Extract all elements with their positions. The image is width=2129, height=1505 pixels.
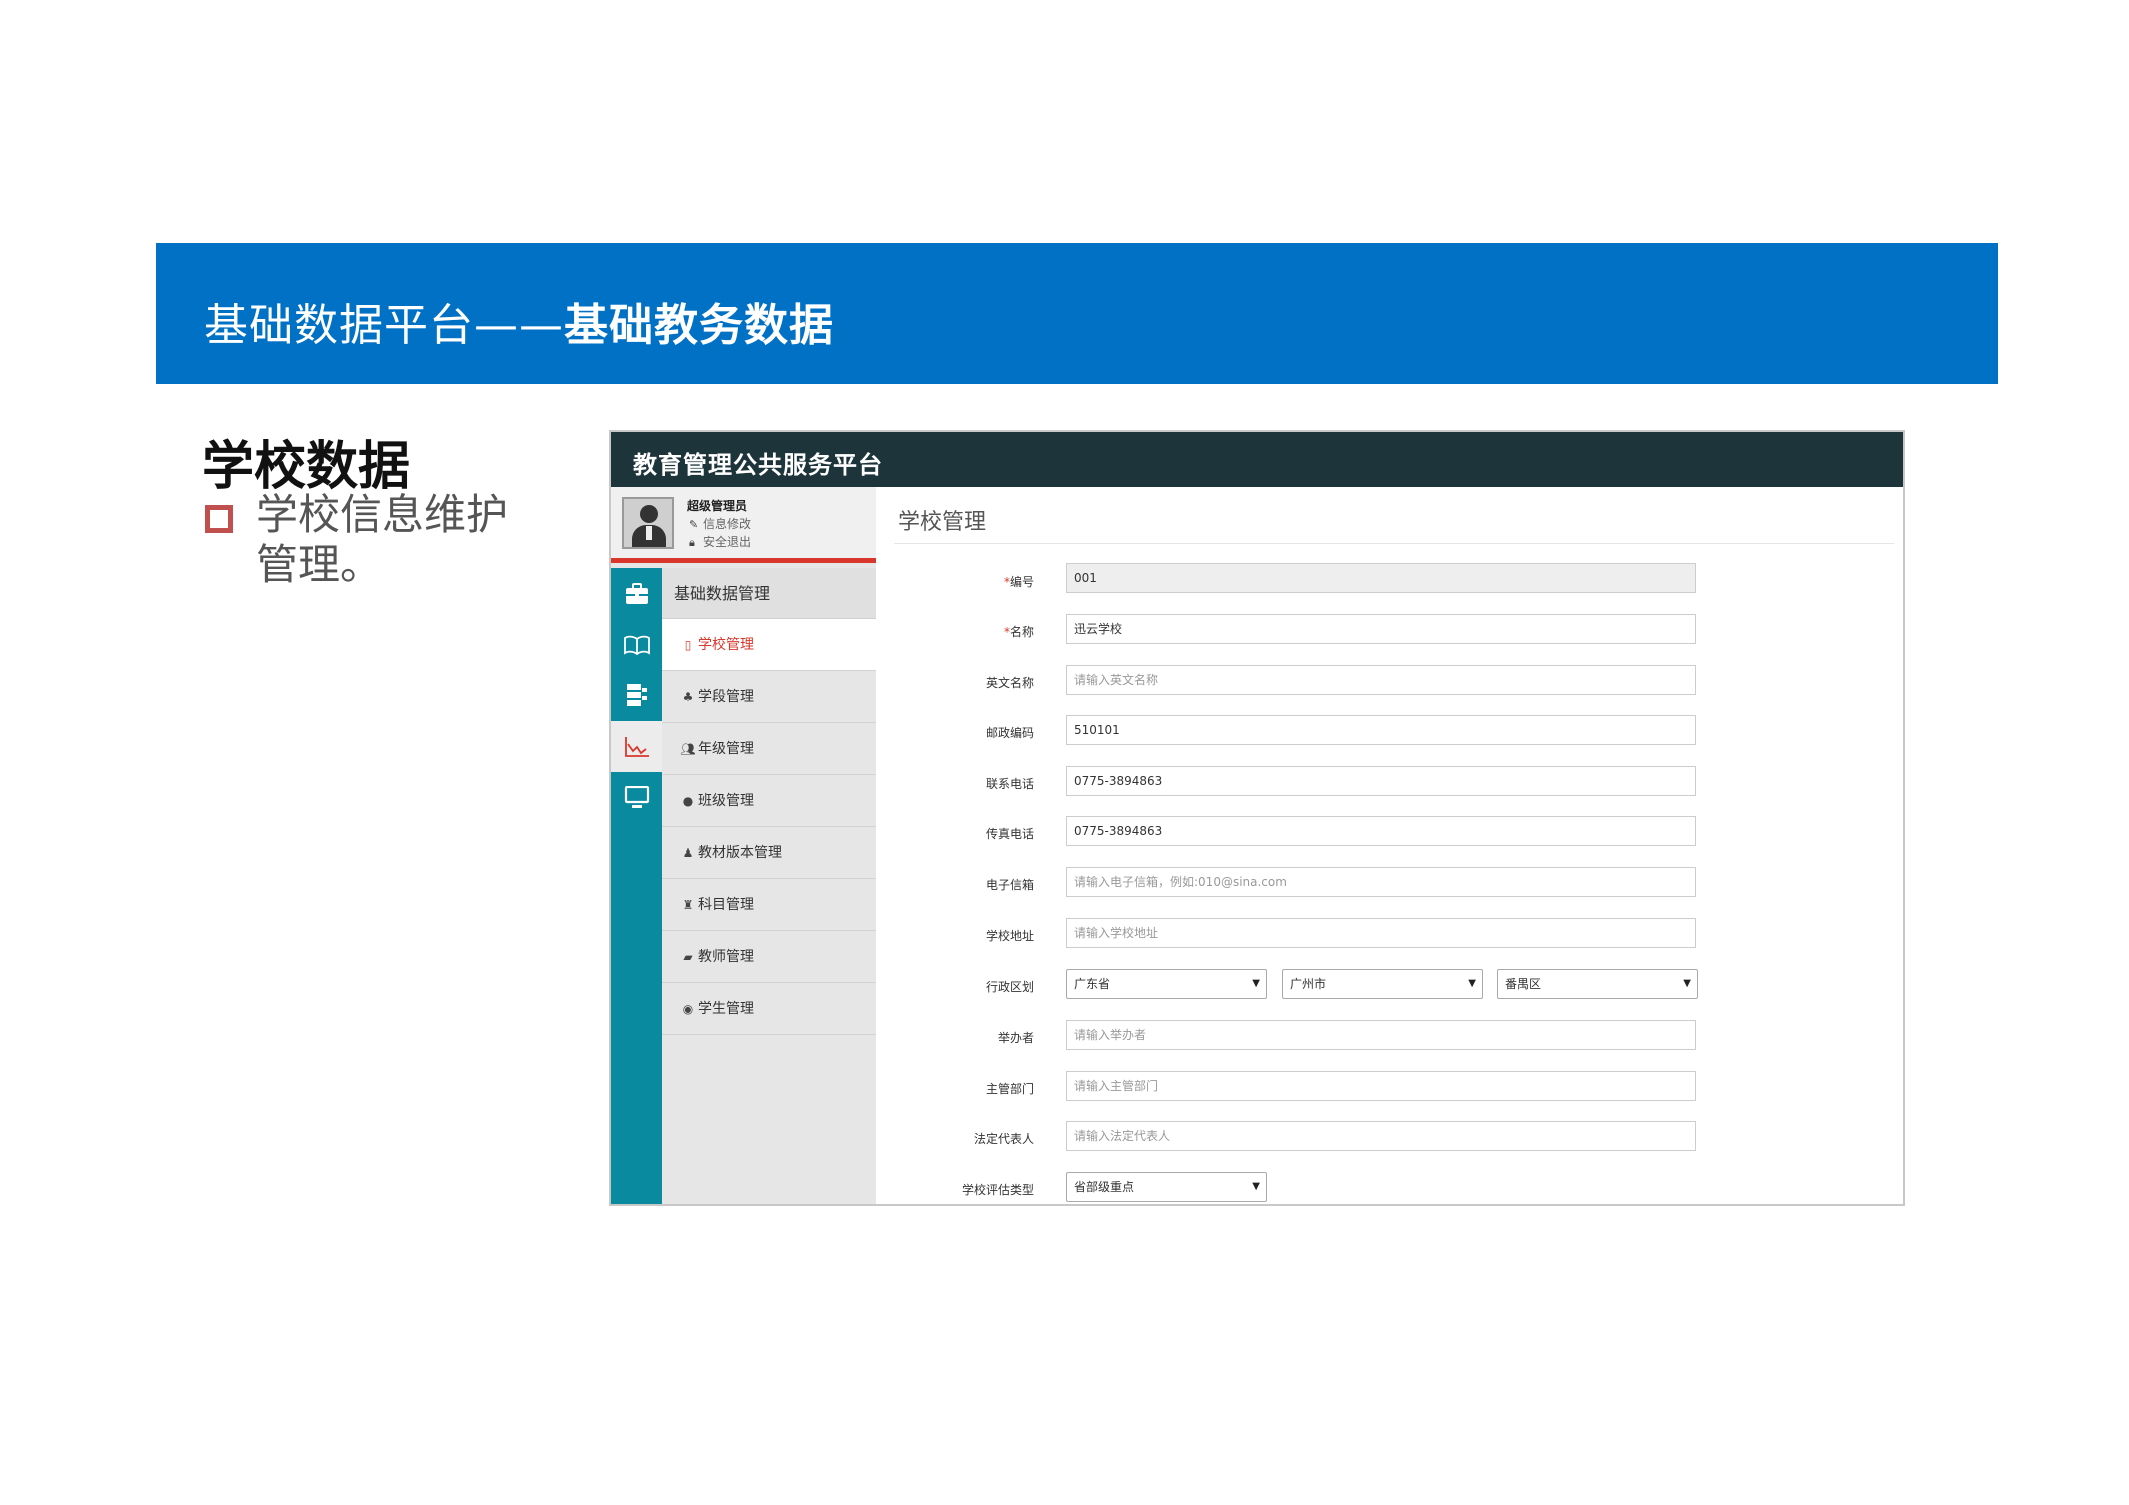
legal-rep-field[interactable]: 请输入法定代表人 xyxy=(1066,1121,1696,1151)
book-icon: ▰ xyxy=(683,950,693,964)
eval-type-value: 省部级重点 xyxy=(1074,1180,1135,1194)
bullet-text: 学校信息维护管理。 xyxy=(256,490,509,589)
organizer-field[interactable]: 请输入举办者 xyxy=(1066,1020,1696,1050)
user-tie-icon: ♟ xyxy=(682,846,694,860)
menu-item-label: 班级管理 xyxy=(698,793,754,809)
menu-item-school[interactable]: ▯ 学校管理 xyxy=(662,619,876,671)
postcode-label: 邮政编码 xyxy=(985,726,1034,740)
district-select[interactable]: 番禺区 ▼ xyxy=(1497,969,1698,999)
fax-field[interactable]: 0775-3894863 xyxy=(1066,816,1696,846)
caret-down-icon: ▼ xyxy=(1252,978,1260,989)
user-profile: 超级管理员 ✎ 信息修改 🔒︎ 安全退出 xyxy=(611,487,876,563)
english-name-label: 英文名称 xyxy=(985,676,1034,690)
menu-item-textbook[interactable]: ♟ 教材版本管理 xyxy=(662,827,876,879)
briefcase-icon[interactable] xyxy=(611,568,662,619)
monitor-icon[interactable] xyxy=(611,772,662,823)
banner-title-light: 基础数据平台—— xyxy=(204,300,564,351)
main-content: 学校管理 *编号 001 *名称 迅云学校 英文名称 请输入英文名称 邮政编码 … xyxy=(876,487,1903,1204)
page-title: 学校管理 xyxy=(898,510,987,535)
menu-item-class[interactable]: ● 班级管理 xyxy=(662,775,876,827)
app-header: 教育管理公共服务平台 xyxy=(611,432,1903,487)
caret-down-icon: ▼ xyxy=(1252,1181,1260,1192)
district-value: 番禺区 xyxy=(1505,977,1542,991)
department-label: 主管部门 xyxy=(985,1082,1034,1096)
slide-banner: 基础数据平台——基础教务数据 xyxy=(156,243,1998,384)
tablet-icon: ▯ xyxy=(684,638,692,652)
city-value: 广州市 xyxy=(1290,977,1327,991)
caret-down-icon: ▼ xyxy=(1468,978,1476,989)
english-name-field[interactable]: 请输入英文名称 xyxy=(1066,665,1696,695)
fax-label: 传真电话 xyxy=(985,827,1034,841)
menu-item-label: 科目管理 xyxy=(698,897,754,913)
sidebar: 超级管理员 ✎ 信息修改 🔒︎ 安全退出 基础数据管理 ▯ 学校管理 ♣ 学段管理 xyxy=(611,487,876,1204)
menu-item-label: 年级管理 xyxy=(698,741,754,757)
logout-label: 安全退出 xyxy=(703,535,752,549)
banner-title-bold: 基础教务数据 xyxy=(564,300,834,351)
caret-down-icon: ▼ xyxy=(1683,978,1691,989)
department-field[interactable]: 请输入主管部门 xyxy=(1066,1071,1696,1101)
avatar xyxy=(622,497,674,549)
eye-icon: ◉ xyxy=(682,1002,694,1016)
eval-type-select[interactable]: 省部级重点 ▼ xyxy=(1066,1172,1267,1202)
address-label: 学校地址 xyxy=(985,929,1034,943)
menu-item-label: 教材版本管理 xyxy=(698,845,782,861)
sitemap-icon: ♣ xyxy=(682,690,694,704)
title-divider xyxy=(894,543,1894,544)
email-field[interactable]: 请输入电子信箱，例如:010@sina.com xyxy=(1066,867,1696,897)
address-field[interactable]: 请输入学校地址 xyxy=(1066,918,1696,948)
logout-link[interactable]: 🔒︎ 安全退出 xyxy=(689,533,751,550)
phone-label: 联系电话 xyxy=(985,777,1034,791)
menu-item-label: 学生管理 xyxy=(698,1001,754,1017)
app-window: 教育管理公共服务平台 超级管理员 ✎ 信息修改 🔒︎ 安全退出 基础数据管理 ▯… xyxy=(609,430,1905,1206)
name-field[interactable]: 迅云学校 xyxy=(1066,614,1696,644)
menu-item-label: 学校管理 xyxy=(698,637,754,653)
code-label: *编号 xyxy=(1003,575,1034,589)
icon-rail xyxy=(611,568,662,1204)
postcode-field[interactable]: 510101 xyxy=(1066,715,1696,745)
database-icon[interactable] xyxy=(611,670,662,721)
menu-item-student[interactable]: ◉ 学生管理 xyxy=(662,983,876,1035)
edit-profile-link[interactable]: ✎ 信息修改 xyxy=(689,515,751,532)
code-field[interactable]: 001 xyxy=(1066,563,1696,593)
region-label: 行政区划 xyxy=(985,980,1034,994)
eval-type-label: 学校评估类型 xyxy=(961,1183,1034,1197)
users-icon: 👥︎ xyxy=(680,742,696,756)
menu-item-grade[interactable]: 👥︎ 年级管理 xyxy=(662,723,876,775)
legal-rep-label: 法定代表人 xyxy=(973,1132,1034,1146)
book-icon[interactable] xyxy=(611,619,662,670)
bullet-square-icon xyxy=(205,505,233,533)
trophy-icon: ♜ xyxy=(682,898,694,912)
lock-icon: 🔒︎ xyxy=(689,536,695,549)
user-icon: ● xyxy=(682,794,694,808)
province-value: 广东省 xyxy=(1074,977,1111,991)
name-label: *名称 xyxy=(1003,625,1034,639)
province-select[interactable]: 广东省 ▼ xyxy=(1066,969,1267,999)
edit-profile-label: 信息修改 xyxy=(703,517,752,531)
slide-heading: 学校数据 xyxy=(202,437,411,497)
chart-icon[interactable] xyxy=(611,721,662,772)
phone-field[interactable]: 0775-3894863 xyxy=(1066,766,1696,796)
menu-item-stage[interactable]: ♣ 学段管理 xyxy=(662,671,876,723)
banner-title: 基础数据平台——基础教务数据 xyxy=(204,289,834,353)
menu-item-teacher[interactable]: ▰ 教师管理 xyxy=(662,931,876,983)
city-select[interactable]: 广州市 ▼ xyxy=(1282,969,1483,999)
menu-item-label: 学段管理 xyxy=(698,689,754,705)
menu-header[interactable]: 基础数据管理 xyxy=(662,568,876,619)
email-label: 电子信箱 xyxy=(985,878,1034,892)
app-title: 教育管理公共服务平台 xyxy=(633,451,883,479)
pencil-icon: ✎ xyxy=(689,518,699,531)
profile-name: 超级管理员 xyxy=(687,499,748,513)
menu-item-label: 教师管理 xyxy=(698,949,754,965)
menu-item-subject[interactable]: ♜ 科目管理 xyxy=(662,879,876,931)
organizer-label: 举办者 xyxy=(997,1031,1034,1045)
